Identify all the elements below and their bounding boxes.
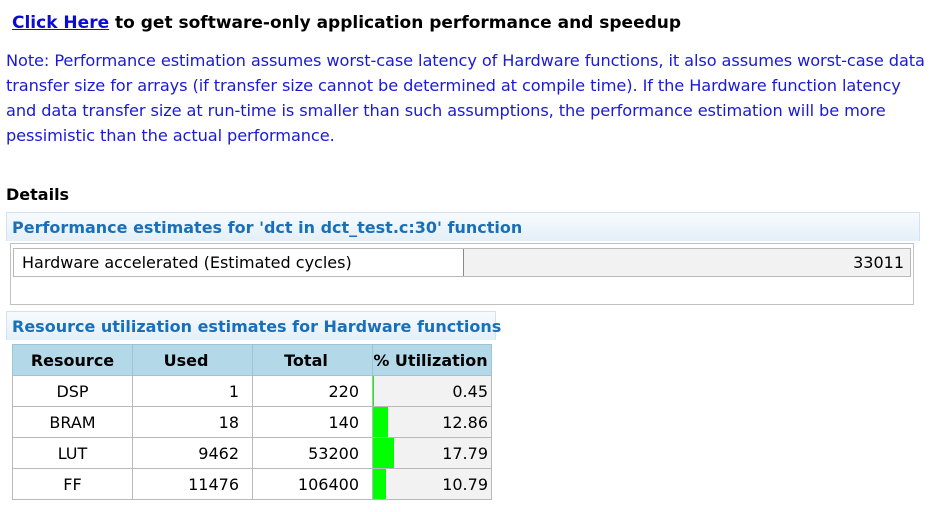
utilization-cell: 17.79: [372, 437, 492, 469]
performance-note: Note: Performance estimation assumes wor…: [6, 51, 925, 145]
performance-section-title: Performance estimates for 'dct in dct_te…: [6, 212, 920, 241]
resource-cell: BRAM: [12, 406, 133, 438]
performance-panel: Hardware accelerated (Estimated cycles) …: [10, 243, 914, 305]
utilization-bar: [373, 469, 386, 499]
used-cell: 18: [132, 406, 253, 438]
utilization-cell: 12.86: [372, 406, 492, 438]
performance-row: Hardware accelerated (Estimated cycles) …: [13, 248, 911, 277]
details-heading: Details: [6, 185, 70, 204]
column-header-total: Total: [252, 344, 373, 376]
performance-value: 33011: [853, 253, 904, 272]
utilization-value: 17.79: [442, 443, 488, 463]
header-text: to get software-only application perform…: [109, 13, 682, 33]
utilization-cell: 10.79: [372, 468, 492, 500]
table-row: DSP 1 220 0.45: [12, 375, 492, 407]
column-header-resource: Resource: [12, 344, 133, 376]
utilization-value: 12.86: [442, 412, 488, 432]
column-header-used: Used: [132, 344, 253, 376]
utilization-value: 10.79: [442, 474, 488, 494]
used-cell: 1: [132, 375, 253, 407]
click-here-link[interactable]: Click Here: [12, 13, 109, 33]
used-cell: 11476: [132, 468, 253, 500]
used-cell: 9462: [132, 437, 253, 469]
total-cell: 220: [252, 375, 373, 407]
table-header-row: Resource Used Total % Utilization: [12, 344, 492, 376]
utilization-cell: 0.45: [372, 375, 492, 407]
software-only-header: Click Here to get software-only applicat…: [12, 13, 681, 33]
utilization-bar: [373, 407, 389, 437]
performance-label: Hardware accelerated (Estimated cycles): [14, 249, 464, 276]
resource-section-title: Resource utilization estimates for Hardw…: [6, 311, 501, 340]
resource-cell: DSP: [12, 375, 133, 407]
table-row: BRAM 18 140 12.86: [12, 406, 492, 438]
column-header-utilization: % Utilization: [372, 344, 492, 376]
resource-cell: FF: [12, 468, 133, 500]
total-cell: 140: [252, 406, 373, 438]
utilization-bar: [373, 376, 374, 406]
utilization-value: 0.45: [452, 381, 488, 401]
resource-cell: LUT: [12, 437, 133, 469]
total-cell: 106400: [252, 468, 373, 500]
table-row: FF 11476 106400 10.79: [12, 468, 492, 500]
resource-table: Resource Used Total % Utilization DSP 1 …: [12, 344, 492, 500]
utilization-bar: [373, 438, 394, 468]
total-cell: 53200: [252, 437, 373, 469]
table-row: LUT 9462 53200 17.79: [12, 437, 492, 469]
